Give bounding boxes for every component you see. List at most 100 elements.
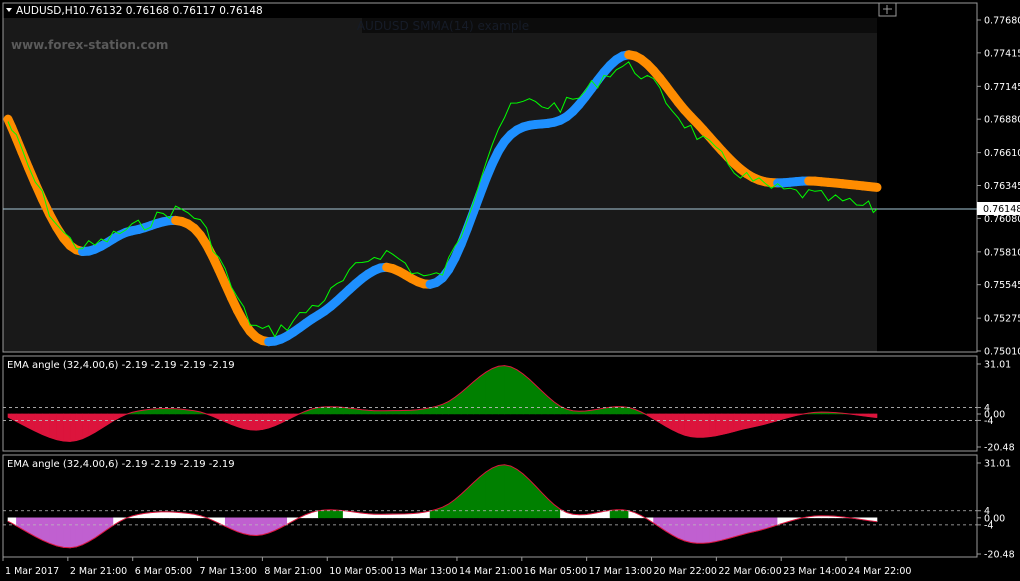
- chart-title: AUDUSD SMMA(14) example: [357, 19, 529, 33]
- histogram-bar: [504, 365, 512, 415]
- histogram-bar: [721, 413, 729, 435]
- histogram-bar: [740, 517, 747, 536]
- histogram-bar: [336, 406, 344, 415]
- histogram-bar: [510, 366, 518, 415]
- time-tick-label: 24 Mar 22:00: [848, 566, 911, 577]
- histogram-bar: [522, 373, 530, 415]
- histogram-bar: [249, 413, 257, 431]
- histogram-bar: [56, 413, 64, 442]
- current-price-label: 0.76148: [983, 204, 1020, 215]
- time-tick-label: 23 Mar 14:00: [783, 566, 846, 577]
- indicator-2-label: EMA angle (32,4.00,6) -2.19 -2.19 -2.19 …: [7, 459, 235, 470]
- ohlc-values: 0.76132 0.76168 0.76117 0.76148: [79, 5, 263, 17]
- time-tick-label: 1 Mar 2017: [5, 566, 59, 577]
- indicator-tick-label: 31.01: [984, 360, 1011, 371]
- histogram-bar: [473, 376, 481, 415]
- histogram-bar: [727, 413, 735, 434]
- chart-window: AUDUSD SMMA(14) example www.forex-statio…: [0, 0, 1020, 581]
- histogram-bar: [678, 413, 685, 436]
- histogram-bar: [684, 413, 692, 437]
- histogram-bar: [746, 413, 754, 429]
- histogram-bar: [498, 365, 505, 415]
- price-tick-label: 0.75275: [984, 314, 1020, 325]
- price-tick-label: 0.77680: [984, 16, 1020, 27]
- histogram-bar: [56, 517, 64, 548]
- histogram-bar: [41, 413, 50, 438]
- indicator-tick-label: -20.48: [984, 443, 1015, 454]
- histogram-bar: [709, 517, 716, 544]
- histogram-bar: [491, 365, 499, 415]
- histogram-bar: [392, 513, 400, 519]
- time-tick-label: 20 Mar 22:00: [654, 566, 717, 577]
- histogram-bar: [398, 513, 406, 519]
- histogram-bar: [156, 511, 164, 519]
- histogram-bar: [733, 413, 741, 432]
- price-tick-label: 0.77145: [984, 82, 1020, 93]
- histogram-bar: [162, 408, 170, 415]
- watermark: www.forex-station.com: [11, 38, 168, 52]
- symbol-header: AUDUSD,H1 0.76132 0.76168 0.76117 0.7614…: [6, 5, 263, 17]
- histogram-bar: [243, 517, 251, 536]
- time-tick-label: 16 Mar 05:00: [524, 566, 587, 577]
- histogram-bar: [262, 517, 270, 536]
- chart-canvas: AUDUSD SMMA(14) example www.forex-statio…: [0, 0, 1020, 581]
- price-tick-label: 0.75545: [984, 280, 1020, 291]
- price-tick-label: 0.76880: [984, 115, 1020, 126]
- histogram-bar: [510, 465, 518, 519]
- time-tick-label: 2 Mar 21:00: [70, 566, 127, 577]
- symbol-label: AUDUSD,H1: [16, 5, 79, 17]
- histogram-bar: [162, 511, 170, 519]
- histogram-bar: [41, 517, 50, 544]
- histogram-bar: [262, 413, 270, 430]
- indicator-tick-label: -20.48: [984, 550, 1015, 561]
- price-tick-label: 0.76080: [984, 214, 1020, 225]
- histogram-bar: [336, 509, 344, 519]
- histogram-bar: [721, 517, 729, 541]
- indicator-1-label: EMA angle (32,4.00,6) -2.19 -2.19 -2.19 …: [7, 360, 235, 371]
- histogram-bar: [63, 517, 71, 549]
- price-tick-label: 0.75010: [984, 347, 1020, 358]
- time-tick-label: 13 Mar 13:00: [394, 566, 457, 577]
- price-tick-label: 0.76345: [984, 181, 1020, 192]
- histogram-bar: [82, 413, 89, 440]
- histogram-bar: [715, 413, 723, 437]
- histogram-bar: [702, 517, 710, 544]
- histogram-bar: [82, 517, 89, 546]
- histogram-bar: [255, 517, 263, 536]
- histogram-bar: [156, 408, 164, 415]
- price-tick-label: 0.75810: [984, 247, 1020, 258]
- histogram-bar: [522, 473, 530, 519]
- histogram-bar: [69, 517, 77, 549]
- histogram-bar: [169, 511, 176, 519]
- time-tick-label: 6 Mar 05:00: [135, 566, 192, 577]
- histogram-bar: [255, 413, 263, 431]
- time-tick-label: 14 Mar 21:00: [459, 566, 522, 577]
- chart-trade-icon[interactable]: [878, 2, 897, 17]
- price-tick-label: 0.76610: [984, 148, 1020, 159]
- histogram-bar: [696, 413, 704, 438]
- histogram-bar: [169, 408, 176, 415]
- histogram-bar: [690, 517, 698, 544]
- histogram-bar: [249, 517, 257, 536]
- time-tick-label: 10 Mar 05:00: [329, 566, 392, 577]
- histogram-bar: [237, 413, 245, 429]
- histogram-bar: [696, 517, 704, 544]
- histogram-bar: [678, 517, 685, 542]
- histogram-bar: [709, 413, 716, 437]
- histogram-bar: [491, 465, 499, 519]
- histogram-bar: [715, 517, 723, 542]
- histogram-bar: [727, 517, 735, 539]
- histogram-bar: [473, 476, 481, 519]
- time-tick-label: 17 Mar 13:00: [589, 566, 652, 577]
- histogram-bar: [746, 517, 754, 534]
- indicator-tick-label: -4: [984, 520, 993, 531]
- smma-plot-area: [3, 18, 877, 352]
- histogram-bar: [49, 517, 57, 547]
- histogram-bar: [702, 413, 710, 438]
- histogram-bar: [504, 464, 512, 519]
- price-panel[interactable]: AUDUSD SMMA(14) example www.forex-statio…: [2, 2, 1020, 358]
- histogram-bar: [75, 517, 83, 548]
- histogram-bar: [498, 464, 505, 519]
- indicator-tick-label: -4: [984, 416, 993, 427]
- histogram-bar: [243, 413, 251, 431]
